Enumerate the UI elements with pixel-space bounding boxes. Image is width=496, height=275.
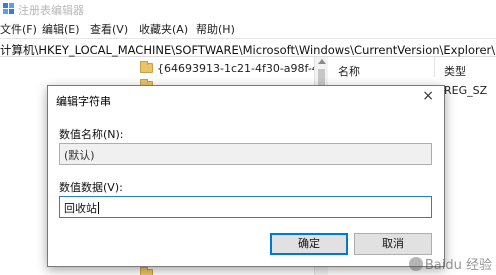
value-name-field: (默认): [59, 143, 432, 165]
value-name-label: 数值名称(N):: [59, 128, 124, 141]
address-bar[interactable]: 计算机\HKEY_LOCAL_MACHINE\SOFTWARE\Microsof…: [0, 38, 496, 57]
window-title: 注册表编辑器: [18, 4, 84, 17]
column-header-name[interactable]: 名称: [338, 63, 360, 79]
value-data-text: 回收站: [64, 202, 97, 215]
column-header-type[interactable]: 类型: [444, 63, 466, 79]
menu-edit[interactable]: 编辑(E): [42, 21, 80, 37]
dialog-title: 编辑字符串: [56, 95, 111, 108]
menu-bar: 文件(F) 编辑(E) 查看(V) 收藏夹(A) 帮助(H): [0, 18, 496, 38]
value-name-text: (默认): [64, 149, 95, 162]
regedit-icon: [3, 3, 14, 14]
baidu-watermark: Baidu 经验: [408, 254, 492, 273]
menu-view[interactable]: 查看(V): [90, 21, 128, 37]
menu-favorites[interactable]: 收藏夹(A): [139, 21, 188, 37]
close-icon[interactable]: ×: [422, 89, 434, 103]
value-type-cell[interactable]: REG_SZ: [444, 84, 487, 97]
value-data-input[interactable]: 回收站: [59, 196, 432, 218]
menu-file[interactable]: 文件(F): [0, 21, 37, 37]
ok-button[interactable]: 确定: [270, 233, 348, 255]
edit-string-dialog: 编辑字符串 × 数值名称(N): (默认) 数值数据(V): 回收站 确定 取消: [47, 85, 445, 267]
cancel-button[interactable]: 取消: [354, 233, 432, 255]
folder-icon: [140, 267, 153, 275]
folder-icon: [140, 61, 153, 73]
tree-item-label: {64693913-1c21-4f30-a98f-4e: [157, 62, 326, 75]
scroll-up-icon[interactable]: [318, 59, 326, 64]
menu-help[interactable]: 帮助(H): [196, 21, 235, 37]
text-caret: [98, 202, 99, 214]
baidu-paw-icon: [408, 257, 423, 271]
watermark-text: Baidu 经验: [424, 258, 492, 273]
window-titlebar: 注册表编辑器: [0, 0, 496, 18]
column-divider[interactable]: [434, 57, 435, 77]
value-data-label: 数值数据(V):: [59, 181, 123, 194]
address-path[interactable]: 计算机\HKEY_LOCAL_MACHINE\SOFTWARE\Microsof…: [0, 42, 496, 58]
